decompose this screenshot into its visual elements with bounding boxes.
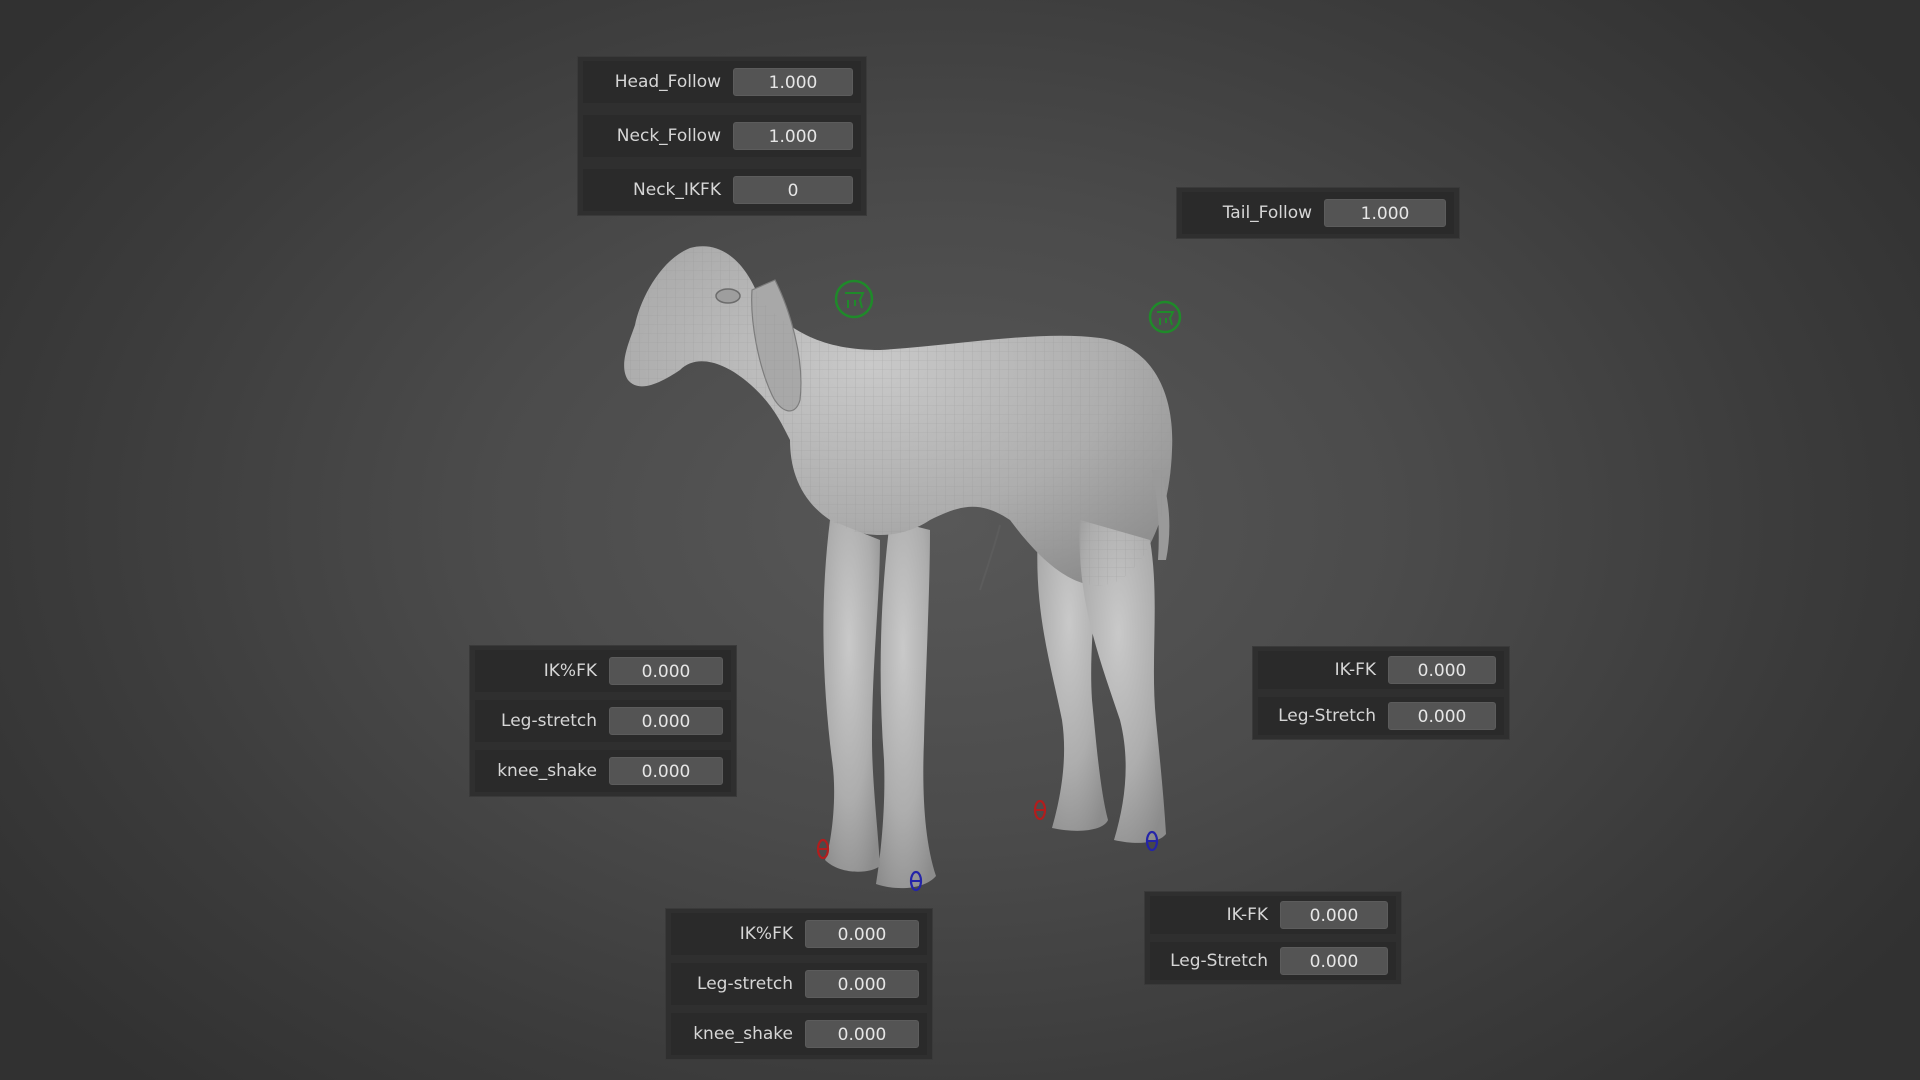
tail-follow-field[interactable]: 1.000 — [1324, 199, 1446, 227]
neck-ikfk-field[interactable]: 0 — [733, 176, 853, 204]
foot-ik-control-icon[interactable] — [816, 838, 830, 860]
front-right-leg-panel: IK%FK 0.000 Leg-stretch 0.000 knee_shake… — [666, 909, 932, 1059]
ik-fk-field[interactable]: 0.000 — [1280, 901, 1388, 929]
ik-fk-label: IK-FK — [1334, 660, 1376, 680]
leg-stretch-label: Leg-Stretch — [1170, 951, 1268, 971]
knee-shake-row: knee_shake 0.000 — [475, 750, 731, 792]
tail-follow-row: Tail_Follow 1.000 — [1182, 192, 1454, 234]
knee-shake-field[interactable]: 0.000 — [609, 757, 723, 785]
ik-fk-row: IK-FK 0.000 — [1258, 651, 1504, 689]
leg-stretch-field[interactable]: 0.000 — [1388, 702, 1496, 730]
foot-ik-control-icon[interactable] — [1033, 799, 1047, 821]
ik-fk-row: IK%FK 0.000 — [475, 650, 731, 692]
3d-viewport[interactable]: Head_Follow 1.000 Neck_Follow 1.000 Neck… — [0, 0, 1920, 1080]
knee-shake-row: knee_shake 0.000 — [671, 1013, 927, 1055]
leg-stretch-label: Leg-stretch — [697, 974, 793, 994]
ik-fk-label: IK-FK — [1226, 905, 1268, 925]
leg-stretch-field[interactable]: 0.000 — [609, 707, 723, 735]
leg-stretch-label: Leg-stretch — [501, 711, 597, 731]
neck-ikfk-label: Neck_IKFK — [633, 180, 721, 200]
knee-shake-label: knee_shake — [497, 761, 597, 781]
neck-follow-row: Neck_Follow 1.000 — [583, 115, 861, 157]
leg-stretch-field[interactable]: 0.000 — [805, 970, 919, 998]
ik-fk-row: IK-FK 0.000 — [1150, 896, 1396, 934]
head-control-icon[interactable] — [834, 279, 874, 319]
knee-shake-field[interactable]: 0.000 — [805, 1020, 919, 1048]
back-left-leg-panel: IK-FK 0.000 Leg-Stretch 0.000 — [1145, 892, 1401, 984]
neck-ikfk-row: Neck_IKFK 0 — [583, 169, 861, 211]
tail-controls-panel: Tail_Follow 1.000 — [1177, 188, 1459, 238]
ik-fk-field[interactable]: 0.000 — [805, 920, 919, 948]
ik-fk-field[interactable]: 0.000 — [609, 657, 723, 685]
front-left-leg-panel: IK%FK 0.000 Leg-stretch 0.000 knee_shake… — [470, 646, 736, 796]
ik-fk-row: IK%FK 0.000 — [671, 913, 927, 955]
ik-fk-label: IK%FK — [739, 924, 793, 944]
neck-follow-field[interactable]: 1.000 — [733, 122, 853, 150]
leg-stretch-row: Leg-stretch 0.000 — [671, 963, 927, 1005]
head-controls-panel: Head_Follow 1.000 Neck_Follow 1.000 Neck… — [578, 57, 866, 215]
leg-stretch-field[interactable]: 0.000 — [1280, 947, 1388, 975]
back-right-leg-panel: IK-FK 0.000 Leg-Stretch 0.000 — [1253, 647, 1509, 739]
tail-follow-label: Tail_Follow — [1222, 203, 1312, 223]
knee-shake-label: knee_shake — [693, 1024, 793, 1044]
leg-stretch-label: Leg-Stretch — [1278, 706, 1376, 726]
head-follow-label: Head_Follow — [614, 72, 721, 92]
leg-stretch-row: Leg-Stretch 0.000 — [1150, 942, 1396, 980]
head-follow-row: Head_Follow 1.000 — [583, 61, 861, 103]
leg-stretch-row: Leg-stretch 0.000 — [475, 700, 731, 742]
ik-fk-field[interactable]: 0.000 — [1388, 656, 1496, 684]
head-follow-field[interactable]: 1.000 — [733, 68, 853, 96]
ik-fk-label: IK%FK — [543, 661, 597, 681]
tail-control-icon[interactable] — [1148, 300, 1182, 334]
leg-stretch-row: Leg-Stretch 0.000 — [1258, 697, 1504, 735]
lamb-model[interactable] — [0, 0, 1920, 1080]
neck-follow-label: Neck_Follow — [616, 126, 721, 146]
